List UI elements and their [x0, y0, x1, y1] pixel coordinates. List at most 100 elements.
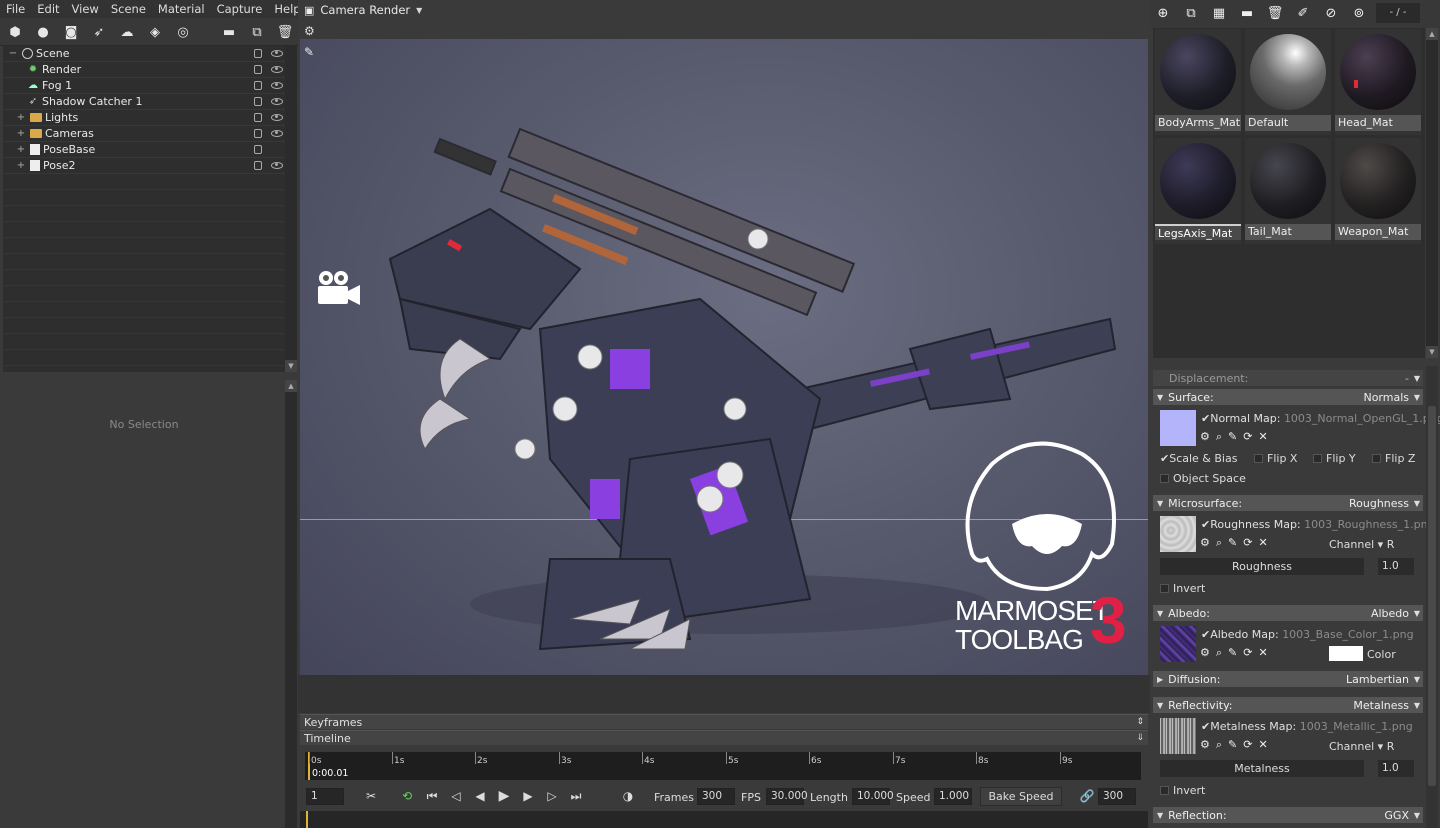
normal-map-thumbnail[interactable]	[1160, 410, 1196, 446]
material-default[interactable]: Default	[1245, 29, 1331, 135]
normal-map-file[interactable]: 1003_Normal_OpenGL_1.png	[1284, 412, 1440, 425]
reflectivity-value[interactable]: Metalness	[1353, 699, 1409, 712]
roughness-value-input[interactable]: 1.0	[1378, 558, 1414, 575]
close-icon[interactable]: ✕	[1258, 646, 1267, 660]
loop-icon[interactable]: ⟲	[400, 789, 414, 803]
surface-value[interactable]: Normals	[1363, 391, 1409, 404]
metalness-map-thumbnail[interactable]	[1160, 718, 1196, 754]
tree-item-fog[interactable]: ☁ Fog 1	[3, 78, 285, 94]
eye-icon[interactable]	[271, 50, 283, 57]
scroll-thumb[interactable]	[1428, 406, 1436, 786]
trash-icon[interactable]: 🗑	[276, 23, 294, 41]
roughness-map-file[interactable]: 1003_Roughness_1.png	[1304, 518, 1434, 531]
duplicate-material-icon[interactable]: ⧉	[1183, 5, 1199, 21]
brush-icon[interactable]: ✎	[304, 45, 314, 59]
cut-icon[interactable]: ✂	[364, 789, 378, 803]
frame-input[interactable]: 1	[306, 788, 344, 805]
expand-icon[interactable]: +	[15, 160, 27, 172]
material-scrollbar[interactable]: ▲ ▼	[1426, 28, 1438, 358]
menu-file[interactable]: File	[0, 2, 31, 16]
tree-item-cameras[interactable]: + Cameras	[3, 126, 285, 142]
surface-header[interactable]: ▼ Surface: Normals ▼	[1153, 389, 1423, 405]
reflection-value[interactable]: GGX	[1384, 809, 1409, 822]
metalness-invert-checkbox[interactable]: Invert	[1160, 784, 1205, 797]
menu-capture[interactable]: Capture	[211, 2, 269, 16]
skip-end-icon[interactable]: ⏭	[569, 789, 583, 803]
timeline-bar[interactable]: Timeline ⇓	[300, 730, 1148, 745]
albedo-color-swatch[interactable]	[1329, 646, 1363, 661]
bake-speed-button[interactable]: Bake Speed	[980, 787, 1062, 806]
search-icon[interactable]: ⌕	[1216, 536, 1222, 550]
roughness-slider[interactable]: Roughness	[1160, 558, 1364, 575]
menu-edit[interactable]: Edit	[31, 2, 65, 16]
tree-item-scene[interactable]: − Scene	[3, 46, 285, 62]
diffusion-value[interactable]: Lambertian	[1346, 673, 1409, 686]
scroll-down-icon[interactable]: ▼	[1426, 346, 1438, 358]
albedo-map-thumbnail[interactable]	[1160, 626, 1196, 662]
collapse-icon[interactable]: −	[7, 48, 19, 60]
eye-icon[interactable]	[271, 66, 283, 73]
pencil-icon[interactable]: ✎	[1228, 430, 1237, 444]
add-shadow-icon[interactable]: ➶	[90, 23, 108, 41]
next-key-icon[interactable]: ▷	[545, 789, 559, 803]
reload-icon[interactable]: ⟳	[1243, 430, 1252, 444]
timeline-ruler[interactable]: 0s 1s 2s 3s 4s 5s 6s 7s 8s 9s 0:00.01	[305, 752, 1141, 780]
close-icon[interactable]: ✕	[1258, 536, 1267, 550]
add-light-icon[interactable]: ●	[34, 23, 52, 41]
properties-scrollbar[interactable]: ▲	[285, 380, 297, 828]
gear-icon[interactable]: ⚙	[1200, 536, 1210, 550]
flip-z-checkbox[interactable]: Flip Z	[1372, 452, 1415, 465]
material-tail[interactable]: Tail_Mat	[1245, 138, 1331, 244]
eye-icon[interactable]	[271, 130, 283, 137]
material-head[interactable]: Head_Mat	[1335, 29, 1421, 135]
eye-icon[interactable]	[271, 98, 283, 105]
pencil-icon[interactable]: ✎	[1228, 738, 1237, 752]
reload-icon[interactable]: ⟳	[1243, 738, 1252, 752]
microsurface-value[interactable]: Roughness	[1349, 497, 1409, 510]
material-counter[interactable]: - / -	[1376, 3, 1420, 23]
close-icon[interactable]: ✕	[1258, 738, 1267, 752]
expand-icon[interactable]: +	[15, 144, 27, 156]
lock-icon[interactable]	[254, 65, 262, 74]
play-icon[interactable]: ▶	[497, 788, 511, 804]
metalness-slider[interactable]: Metalness	[1160, 760, 1364, 777]
roughness-invert-checkbox[interactable]: Invert	[1160, 582, 1205, 595]
speed-dial-icon[interactable]: ◑	[621, 789, 635, 803]
menu-material[interactable]: Material	[152, 2, 211, 16]
add-mesh-icon[interactable]: ⬢	[6, 23, 24, 41]
gear-icon[interactable]: ⚙	[1200, 430, 1210, 444]
lock-icon[interactable]	[254, 161, 262, 170]
open-folder-icon[interactable]: ▬	[1239, 5, 1255, 21]
flip-x-checkbox[interactable]: Flip X	[1254, 452, 1297, 465]
compass-icon[interactable]: ⊘	[1323, 5, 1339, 21]
menu-view[interactable]: View	[66, 2, 105, 16]
expand-icon[interactable]: +	[15, 112, 27, 124]
link-input[interactable]: 300	[1098, 788, 1136, 805]
lock-icon[interactable]	[254, 81, 262, 90]
material-bodyarms[interactable]: BodyArms_Mat	[1155, 29, 1241, 135]
duplicate-icon[interactable]: ⧉	[248, 23, 266, 41]
speed-input[interactable]: 1.000	[934, 788, 972, 805]
reload-icon[interactable]: ⟳	[1243, 646, 1252, 660]
add-fog-icon[interactable]: ☁	[118, 23, 136, 41]
lock-icon[interactable]	[254, 113, 262, 122]
prev-frame-icon[interactable]: ◀	[473, 789, 487, 803]
tree-item-pose2[interactable]: + Pose2	[3, 158, 285, 174]
microsurface-header[interactable]: ▼ Microsurface: Roughness ▼	[1153, 495, 1423, 511]
search-icon[interactable]: ⌕	[1216, 430, 1222, 444]
tree-item-render[interactable]: ✹ Render	[3, 62, 285, 78]
checker-icon[interactable]: ▦	[1211, 5, 1227, 21]
properties-scrollbar-right[interactable]	[1426, 366, 1438, 828]
delete-material-icon[interactable]: 🗑	[1267, 5, 1284, 21]
scroll-down-icon[interactable]: ▼	[285, 360, 297, 372]
lock-icon[interactable]	[254, 49, 262, 58]
roughness-channel-select[interactable]: Channel ▾ R	[1329, 538, 1394, 551]
object-space-checkbox[interactable]: Object Space	[1160, 472, 1246, 485]
navigate-icon[interactable]: ⊚	[1351, 5, 1367, 21]
camera-select[interactable]: ▣ Camera Render ▼	[304, 3, 422, 17]
tree-item-posebase[interactable]: + PoseBase	[3, 142, 285, 158]
lock-icon[interactable]	[254, 145, 262, 154]
metalness-map-file[interactable]: 1003_Metallic_1.png	[1300, 720, 1413, 733]
roughness-map-thumbnail[interactable]	[1160, 516, 1196, 552]
track-playhead[interactable]	[306, 811, 308, 828]
